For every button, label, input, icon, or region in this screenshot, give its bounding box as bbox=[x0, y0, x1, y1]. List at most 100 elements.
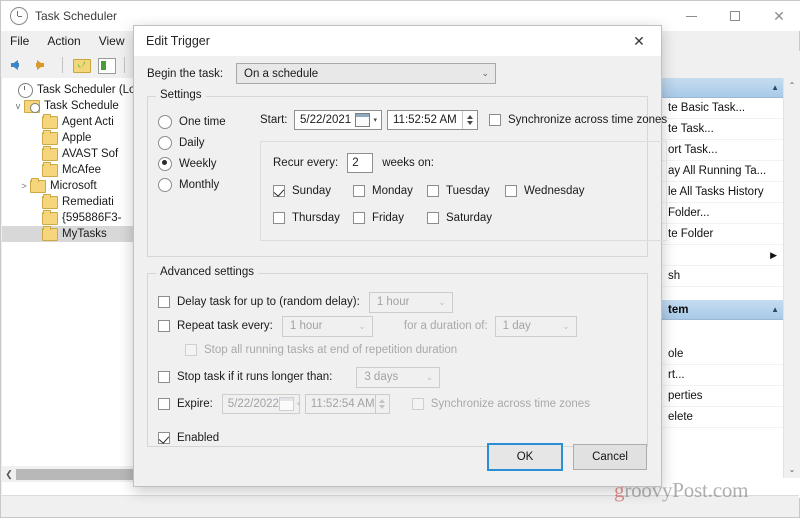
sync-timezones-checkbox-row[interactable]: Synchronize across time zones bbox=[489, 110, 667, 130]
action-properties[interactable]: perties bbox=[660, 386, 785, 407]
radio-monthly[interactable]: Monthly bbox=[158, 174, 246, 195]
time-spinner[interactable] bbox=[462, 111, 476, 129]
scroll-down-icon[interactable]: ⌄ bbox=[784, 462, 800, 478]
action-import-task[interactable]: ort Task... bbox=[660, 140, 785, 161]
action-disable[interactable]: ole bbox=[660, 344, 785, 365]
expire-date-input[interactable]: 5/22/2022 ▾ bbox=[221, 394, 301, 414]
tree-item-label: Task Scheduler (Lo bbox=[37, 84, 136, 96]
tree-item-root[interactable]: Task Scheduler (Lo bbox=[2, 82, 142, 98]
radio-button[interactable] bbox=[158, 135, 172, 150]
scroll-left-icon[interactable]: ❮ bbox=[2, 469, 16, 480]
tree-item-guid[interactable]: {595886F3- bbox=[2, 210, 142, 226]
calendar-icon[interactable] bbox=[278, 397, 294, 411]
close-icon[interactable]: ✕ bbox=[617, 26, 661, 56]
action-export[interactable]: rt... bbox=[660, 365, 785, 386]
start-time-value: 11:52:52 AM bbox=[393, 114, 457, 126]
back-arrow-icon[interactable] bbox=[8, 54, 30, 76]
expire-time-input[interactable]: 11:52:54 AM bbox=[304, 394, 390, 414]
time-spinner[interactable] bbox=[374, 395, 389, 413]
radio-button[interactable] bbox=[158, 114, 172, 129]
stop-task-select[interactable]: 3 days ⌄ bbox=[356, 366, 441, 388]
chevron-down-icon[interactable]: v bbox=[12, 101, 24, 111]
begin-task-select[interactable]: On a schedule ⌄ bbox=[236, 63, 496, 84]
forward-arrow-icon[interactable] bbox=[33, 54, 55, 76]
folder-clock-icon bbox=[24, 99, 40, 113]
properties-icon[interactable] bbox=[95, 54, 117, 76]
delay-task-checkbox[interactable] bbox=[158, 296, 170, 308]
radio-weekly[interactable]: Weekly bbox=[158, 153, 246, 174]
selected-item-header[interactable]: tem ▲ bbox=[660, 300, 785, 320]
action-new-folder[interactable]: Folder... bbox=[660, 203, 785, 224]
sync-timezones-checkbox[interactable] bbox=[489, 114, 501, 126]
start-time-input[interactable]: 11:52:52 AM bbox=[387, 110, 478, 130]
checkbox-sunday[interactable]: Sunday bbox=[273, 181, 353, 201]
action-delete[interactable]: elete bbox=[660, 407, 785, 428]
delay-task-select[interactable]: 1 hour ⌄ bbox=[368, 291, 453, 313]
expire-sync-checkbox-row[interactable]: Synchronize across time zones bbox=[411, 394, 590, 414]
menu-view[interactable]: View bbox=[90, 34, 134, 48]
repeat-task-checkbox[interactable] bbox=[158, 320, 170, 332]
action-delete-folder[interactable]: te Folder bbox=[660, 224, 785, 245]
expire-checkbox[interactable] bbox=[158, 398, 170, 410]
friday-checkbox[interactable] bbox=[353, 212, 365, 224]
checkbox-thursday[interactable]: Thursday bbox=[273, 208, 353, 228]
ok-button[interactable]: OK bbox=[487, 443, 563, 471]
tree-item-mytasks[interactable]: MyTasks bbox=[2, 226, 142, 242]
checkbox-friday[interactable]: Friday bbox=[353, 208, 427, 228]
recur-weeks-input[interactable]: 2 bbox=[347, 153, 374, 173]
radio-button[interactable] bbox=[158, 177, 172, 192]
scrollbar-thumb[interactable] bbox=[16, 468, 140, 480]
new-folder-icon[interactable] bbox=[70, 54, 92, 76]
tree-horizontal-scrollbar[interactable]: ❮ bbox=[2, 466, 142, 482]
sunday-checkbox[interactable] bbox=[273, 185, 285, 197]
minimize-icon[interactable] bbox=[669, 1, 713, 31]
menu-file[interactable]: File bbox=[1, 34, 38, 48]
checkbox-saturday[interactable]: Saturday bbox=[427, 208, 492, 228]
expire-sync-checkbox[interactable] bbox=[411, 398, 424, 410]
tree-item-agent-activation[interactable]: Agent Acti bbox=[2, 114, 142, 130]
tree-item-remediation[interactable]: Remediati bbox=[2, 194, 142, 210]
tree-item-microsoft[interactable]: > Microsoft bbox=[2, 178, 142, 194]
radio-daily[interactable]: Daily bbox=[158, 132, 246, 153]
action-refresh[interactable]: sh bbox=[660, 266, 785, 287]
console-tree[interactable]: Task Scheduler (Lo v Task Schedule Agent… bbox=[2, 78, 143, 482]
action-view-submenu[interactable]: ▶ bbox=[660, 245, 785, 266]
maximize-icon[interactable] bbox=[713, 1, 757, 31]
action-create-task[interactable]: te Task... bbox=[660, 119, 785, 140]
radio-button[interactable] bbox=[158, 156, 172, 171]
radio-one-time[interactable]: One time bbox=[158, 111, 246, 132]
saturday-checkbox[interactable] bbox=[427, 212, 439, 224]
close-icon[interactable]: ✕ bbox=[757, 1, 800, 31]
tree-item-library[interactable]: v Task Schedule bbox=[2, 98, 142, 114]
checkbox-wednesday[interactable]: Wednesday bbox=[505, 181, 585, 201]
actions-header[interactable]: ▲ bbox=[660, 78, 785, 98]
tree-item-avast[interactable]: AVAST Sof bbox=[2, 146, 142, 162]
chevron-down-icon[interactable]: ▾ bbox=[297, 400, 301, 408]
checkbox-monday[interactable]: Monday bbox=[353, 181, 427, 201]
actions-vertical-scrollbar[interactable]: ⌃ ⌄ bbox=[783, 78, 800, 478]
action-label: le All Tasks History bbox=[668, 186, 764, 198]
collapse-icon[interactable]: ▲ bbox=[771, 83, 779, 92]
collapse-icon[interactable]: ▲ bbox=[771, 305, 779, 314]
stop-all-running-checkbox[interactable] bbox=[185, 344, 197, 356]
calendar-icon[interactable] bbox=[355, 113, 371, 127]
action-display-all-running-tasks[interactable]: ay All Running Ta... bbox=[660, 161, 785, 182]
action-create-basic-task[interactable]: te Basic Task... bbox=[660, 98, 785, 119]
monday-checkbox[interactable] bbox=[353, 185, 365, 197]
checkbox-tuesday[interactable]: Tuesday bbox=[427, 181, 505, 201]
tuesday-checkbox[interactable] bbox=[427, 185, 439, 197]
menu-action[interactable]: Action bbox=[38, 34, 89, 48]
cancel-button[interactable]: Cancel bbox=[573, 444, 647, 470]
start-date-input[interactable]: 5/22/2021 ▾ bbox=[294, 110, 382, 130]
stop-task-checkbox[interactable] bbox=[158, 371, 170, 383]
scroll-up-icon[interactable]: ⌃ bbox=[784, 78, 800, 94]
duration-select[interactable]: 1 day ⌄ bbox=[494, 315, 577, 337]
wednesday-checkbox[interactable] bbox=[505, 185, 517, 197]
chevron-right-icon[interactable]: > bbox=[18, 181, 30, 191]
tree-item-apple[interactable]: Apple bbox=[2, 130, 142, 146]
tree-item-mcafee[interactable]: McAfee bbox=[2, 162, 142, 178]
action-enable-all-tasks-history[interactable]: le All Tasks History bbox=[660, 182, 785, 203]
chevron-down-icon[interactable]: ▾ bbox=[373, 116, 377, 124]
thursday-checkbox[interactable] bbox=[273, 212, 285, 224]
repeat-interval-select[interactable]: 1 hour ⌄ bbox=[281, 315, 373, 337]
